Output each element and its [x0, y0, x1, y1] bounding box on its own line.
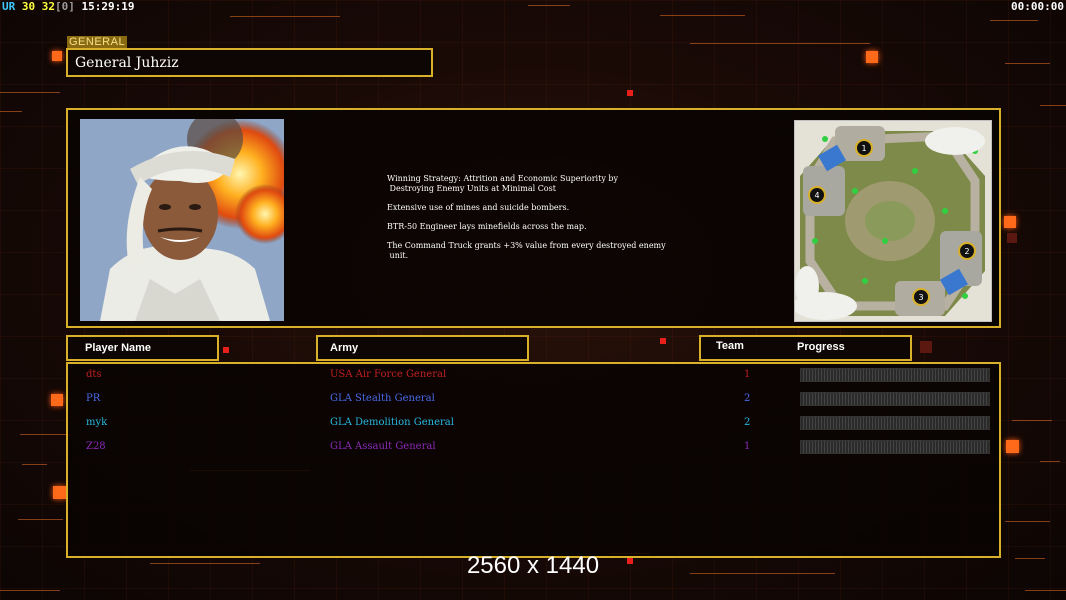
- player-team: 2: [744, 417, 751, 428]
- player-army: GLA Stealth General: [330, 393, 435, 404]
- progress-header-label: Progress: [797, 341, 845, 353]
- player-progress-bar: [800, 440, 990, 454]
- map-start-1: 1: [855, 139, 873, 157]
- hud-clock: 15:29:19: [74, 0, 135, 13]
- strategy-line: The Command Truck grants +3% value from …: [387, 241, 666, 260]
- player-team: 1: [744, 369, 751, 380]
- team-progress-header[interactable]: Team Progress: [699, 335, 912, 361]
- map-start-3: 3: [912, 288, 930, 306]
- player-row: PR GLA Stealth General 2: [68, 389, 999, 409]
- player-name: dts: [86, 369, 102, 380]
- svg-text:4: 4: [814, 191, 819, 200]
- general-tag: GENERAL: [67, 36, 128, 48]
- player-army: GLA Assault General: [330, 441, 436, 452]
- general-name-box: General Juhziz: [66, 48, 433, 77]
- army-header[interactable]: Army: [316, 335, 529, 361]
- player-progress-bar: [800, 392, 990, 406]
- resolution-label: 2560 x 1440: [466, 552, 600, 579]
- map-start-2: 2: [958, 242, 976, 260]
- player-list: dts USA Air Force General 1 PR GLA Steal…: [66, 362, 1001, 558]
- player-name-header-label: Player Name: [85, 342, 152, 354]
- player-name-header[interactable]: Player Name: [66, 335, 219, 361]
- map-start-4: 4: [808, 186, 826, 204]
- svg-text:2: 2: [964, 247, 969, 256]
- hud-timer: 00:00:00: [1011, 0, 1064, 13]
- general-info-panel: Winning Strategy: Attrition and Economic…: [66, 108, 1001, 328]
- svg-text:3: 3: [918, 293, 923, 302]
- hud-segment: 32: [35, 0, 55, 13]
- player-name: Z28: [86, 441, 106, 452]
- general-strategy-text: Winning Strategy: Attrition and Economic…: [387, 174, 717, 270]
- player-army: GLA Demolition General: [330, 417, 454, 428]
- player-team: 1: [744, 441, 751, 452]
- team-header-label: Team: [716, 340, 744, 352]
- hud-segment: [0]: [55, 0, 75, 13]
- general-portrait: [80, 119, 284, 321]
- strategy-line: Winning Strategy: Attrition and Economic…: [387, 174, 619, 193]
- army-header-label: Army: [330, 342, 359, 354]
- strategy-line: BTR-50 Engineer lays minefields across t…: [387, 222, 587, 231]
- player-team: 2: [744, 393, 751, 404]
- general-name: General Juhziz: [75, 55, 179, 71]
- map-preview[interactable]: 1 2 3 4: [794, 120, 992, 322]
- hud-segment: UR: [2, 0, 16, 13]
- player-row: Z28 GLA Assault General 1: [68, 437, 999, 457]
- player-row: dts USA Air Force General 1: [68, 365, 999, 385]
- player-army: USA Air Force General: [330, 369, 447, 380]
- player-row: myk GLA Demolition General 2: [68, 413, 999, 433]
- player-progress-bar: [800, 416, 990, 430]
- hud-segment: 30: [15, 0, 36, 13]
- svg-text:1: 1: [861, 144, 866, 153]
- player-name: PR: [86, 393, 101, 404]
- player-name: myk: [86, 417, 108, 428]
- player-progress-bar: [800, 368, 990, 382]
- hud-status: UR 30 32[0] 15:29:19: [2, 0, 134, 13]
- strategy-line: Extensive use of mines and suicide bombe…: [387, 203, 570, 212]
